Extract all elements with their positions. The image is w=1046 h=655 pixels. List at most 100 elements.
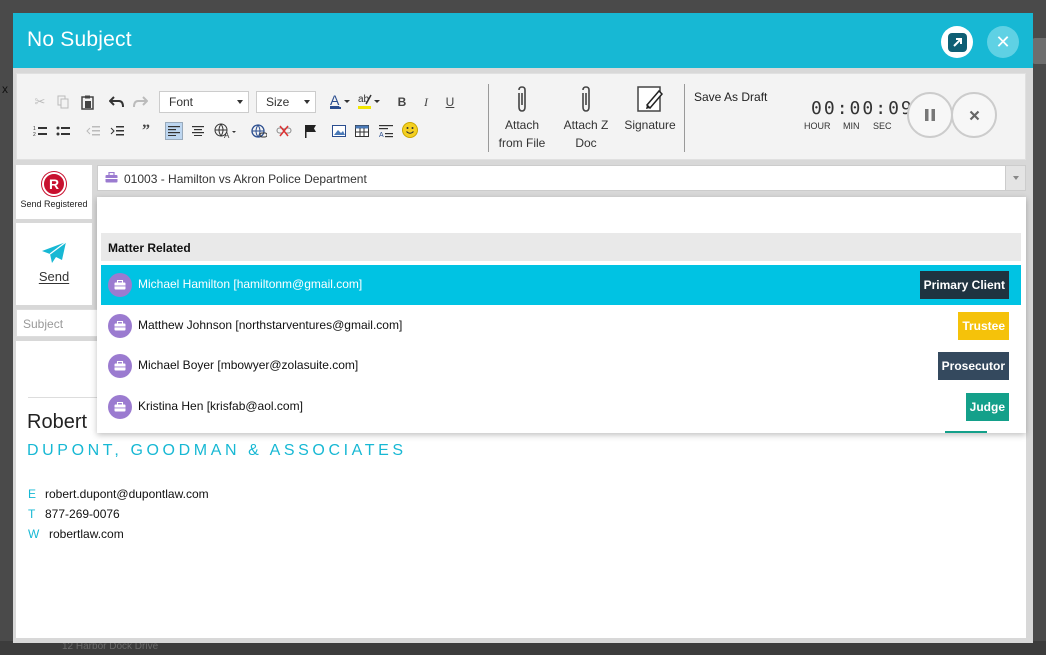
signature-web-row: Wrobertlaw.com <box>28 527 124 541</box>
cut-icon[interactable]: ✂ <box>31 93 49 111</box>
underline-icon[interactable]: U <box>441 93 459 111</box>
compose-email-modal: No Subject ✕ ✂ Font Size A ab B I U 1 2 … <box>13 13 1033 643</box>
matter-select-value: 01003 - Hamilton vs Akron Police Departm… <box>124 172 367 186</box>
send-registered-button[interactable]: R Send Registered <box>16 165 92 219</box>
phone-key: T <box>28 507 36 521</box>
chevron-down-icon <box>1013 176 1019 180</box>
redo-icon[interactable] <box>131 93 149 111</box>
text-color-icon[interactable]: A <box>328 92 352 110</box>
signature-label: Signature <box>624 118 676 132</box>
external-link-icon <box>947 32 967 52</box>
background-strip: 12 Harbor Dock Drive <box>0 641 1046 655</box>
signature-button[interactable]: Signature <box>622 84 678 134</box>
flag-icon[interactable] <box>301 122 319 140</box>
pause-timer-button[interactable] <box>907 92 953 138</box>
chevron-down-icon <box>237 100 243 104</box>
recipient-option[interactable]: Michael Boyer [mbowyer@zolasuite.com] Pro… <box>101 346 1021 386</box>
matter-select[interactable]: 01003 - Hamilton vs Akron Police Departm… <box>97 165 1026 191</box>
close-icon: ✕ <box>995 31 1011 52</box>
paste-icon[interactable] <box>78 93 96 111</box>
recipient-option[interactable]: Kristina Hen [krisfab@aol.com] Judge <box>101 387 1021 427</box>
recipient-option[interactable]: Matthew Johnson [northstarventures@gmail… <box>101 306 1021 346</box>
editor-toolbar: ✂ Font Size A ab B I U 12 ” A A Attach f… <box>16 73 1026 160</box>
send-registered-label: Send Registered <box>20 199 88 209</box>
align-left-icon[interactable] <box>165 122 183 140</box>
close-button[interactable]: ✕ <box>987 26 1019 58</box>
size-select[interactable]: Size <box>256 91 316 113</box>
attach-from-file-label-2: from File <box>498 136 546 150</box>
language-icon[interactable]: A <box>213 122 239 140</box>
send-label: Send <box>38 269 70 284</box>
attach-z-doc-button[interactable]: Attach Z Doc <box>561 84 611 152</box>
dropdown-arrow-button[interactable] <box>1005 166 1025 190</box>
role-badge: Prosecutor <box>937 352 1009 380</box>
numbered-list-icon[interactable]: 12 <box>31 122 49 140</box>
role-badge: Primary Client <box>919 271 1009 299</box>
copy-icon[interactable] <box>54 93 72 111</box>
paragraph-format-icon[interactable]: A <box>377 122 395 140</box>
send-button[interactable]: Send <box>16 223 92 305</box>
signature-name: Robert <box>27 411 88 433</box>
recipient-name: Michael Boyer [mbowyer@zolasuite.com] <box>138 358 359 372</box>
signature-firm: DUPONT, GOODMAN & ASSOCIATES <box>27 442 407 459</box>
dropdown-group-header: Matter Related <box>101 233 1021 261</box>
align-center-icon[interactable] <box>189 122 207 140</box>
timer-hours: 00 <box>811 98 837 119</box>
attach-from-file-button[interactable]: Attach from File <box>497 84 547 152</box>
role-badge: Trustee <box>958 311 1009 340</box>
pause-icon <box>925 109 935 121</box>
attach-z-doc-label-1: Attach Z <box>563 118 609 132</box>
timer-min-label: MIN <box>843 121 860 131</box>
save-as-draft-button[interactable]: Save As Draft <box>694 90 767 104</box>
indent-icon[interactable] <box>108 122 126 140</box>
toolbar-divider <box>684 84 685 152</box>
recipient-dropdown: Matter Related Michael Hamilton [hamilto… <box>97 197 1026 433</box>
paper-plane-icon <box>16 241 92 265</box>
briefcase-icon <box>108 354 132 378</box>
timer-sec-label: SEC <box>873 121 892 131</box>
image-icon[interactable] <box>330 122 348 140</box>
briefcase-icon <box>105 171 118 186</box>
svg-text:A: A <box>379 132 384 138</box>
stop-timer-button[interactable] <box>951 92 997 138</box>
blockquote-icon[interactable]: ” <box>137 122 155 140</box>
table-icon[interactable] <box>353 122 371 140</box>
attach-z-doc-label-2: Doc <box>575 136 597 150</box>
bold-icon[interactable]: B <box>393 93 411 111</box>
font-select[interactable]: Font <box>159 91 249 113</box>
email-key: E <box>28 487 37 501</box>
italic-icon[interactable]: I <box>417 93 435 111</box>
role-badge: Judge <box>965 392 1009 421</box>
signature-email-row: Erobert.dupont@dupontlaw.com <box>28 487 209 501</box>
svg-text:A: A <box>330 92 340 108</box>
recipient-option[interactable]: Michael Hamilton [hamiltonm@gmail.com] Pr… <box>101 265 1021 305</box>
signature-phone: 877-269-0076 <box>45 507 120 521</box>
outdent-icon[interactable] <box>84 122 102 140</box>
registered-icon: R <box>42 172 66 196</box>
attach-from-file-label-1: Attach <box>504 118 540 132</box>
link-icon[interactable] <box>250 122 268 140</box>
timer-minutes: 00 <box>849 98 876 119</box>
recipient-name: Matthew Johnson [northstarventures@gmail… <box>138 317 403 332</box>
paperclip-icon <box>561 84 611 114</box>
bullet-list-icon[interactable] <box>54 122 72 140</box>
briefcase-icon <box>108 394 132 419</box>
web-key: W <box>28 527 40 541</box>
signature-divider <box>28 397 108 398</box>
chevron-down-icon <box>304 100 310 104</box>
close-icon <box>969 110 979 120</box>
background-edge <box>1032 38 1046 64</box>
signature-phone-row: T 877-269-0076 <box>28 507 120 521</box>
undo-icon[interactable] <box>107 93 125 111</box>
emoji-icon[interactable] <box>401 121 419 139</box>
highlight-color-icon[interactable]: ab <box>356 92 382 110</box>
paperclip-icon <box>497 84 547 114</box>
unlink-icon[interactable] <box>275 122 293 140</box>
background-fragment: x <box>2 82 8 96</box>
popout-button[interactable] <box>941 26 973 58</box>
svg-text:2: 2 <box>33 132 36 137</box>
signature-pen-icon <box>622 84 678 114</box>
modal-title: No Subject <box>27 28 132 51</box>
briefcase-icon <box>108 313 132 338</box>
toolbar-divider <box>488 84 489 152</box>
